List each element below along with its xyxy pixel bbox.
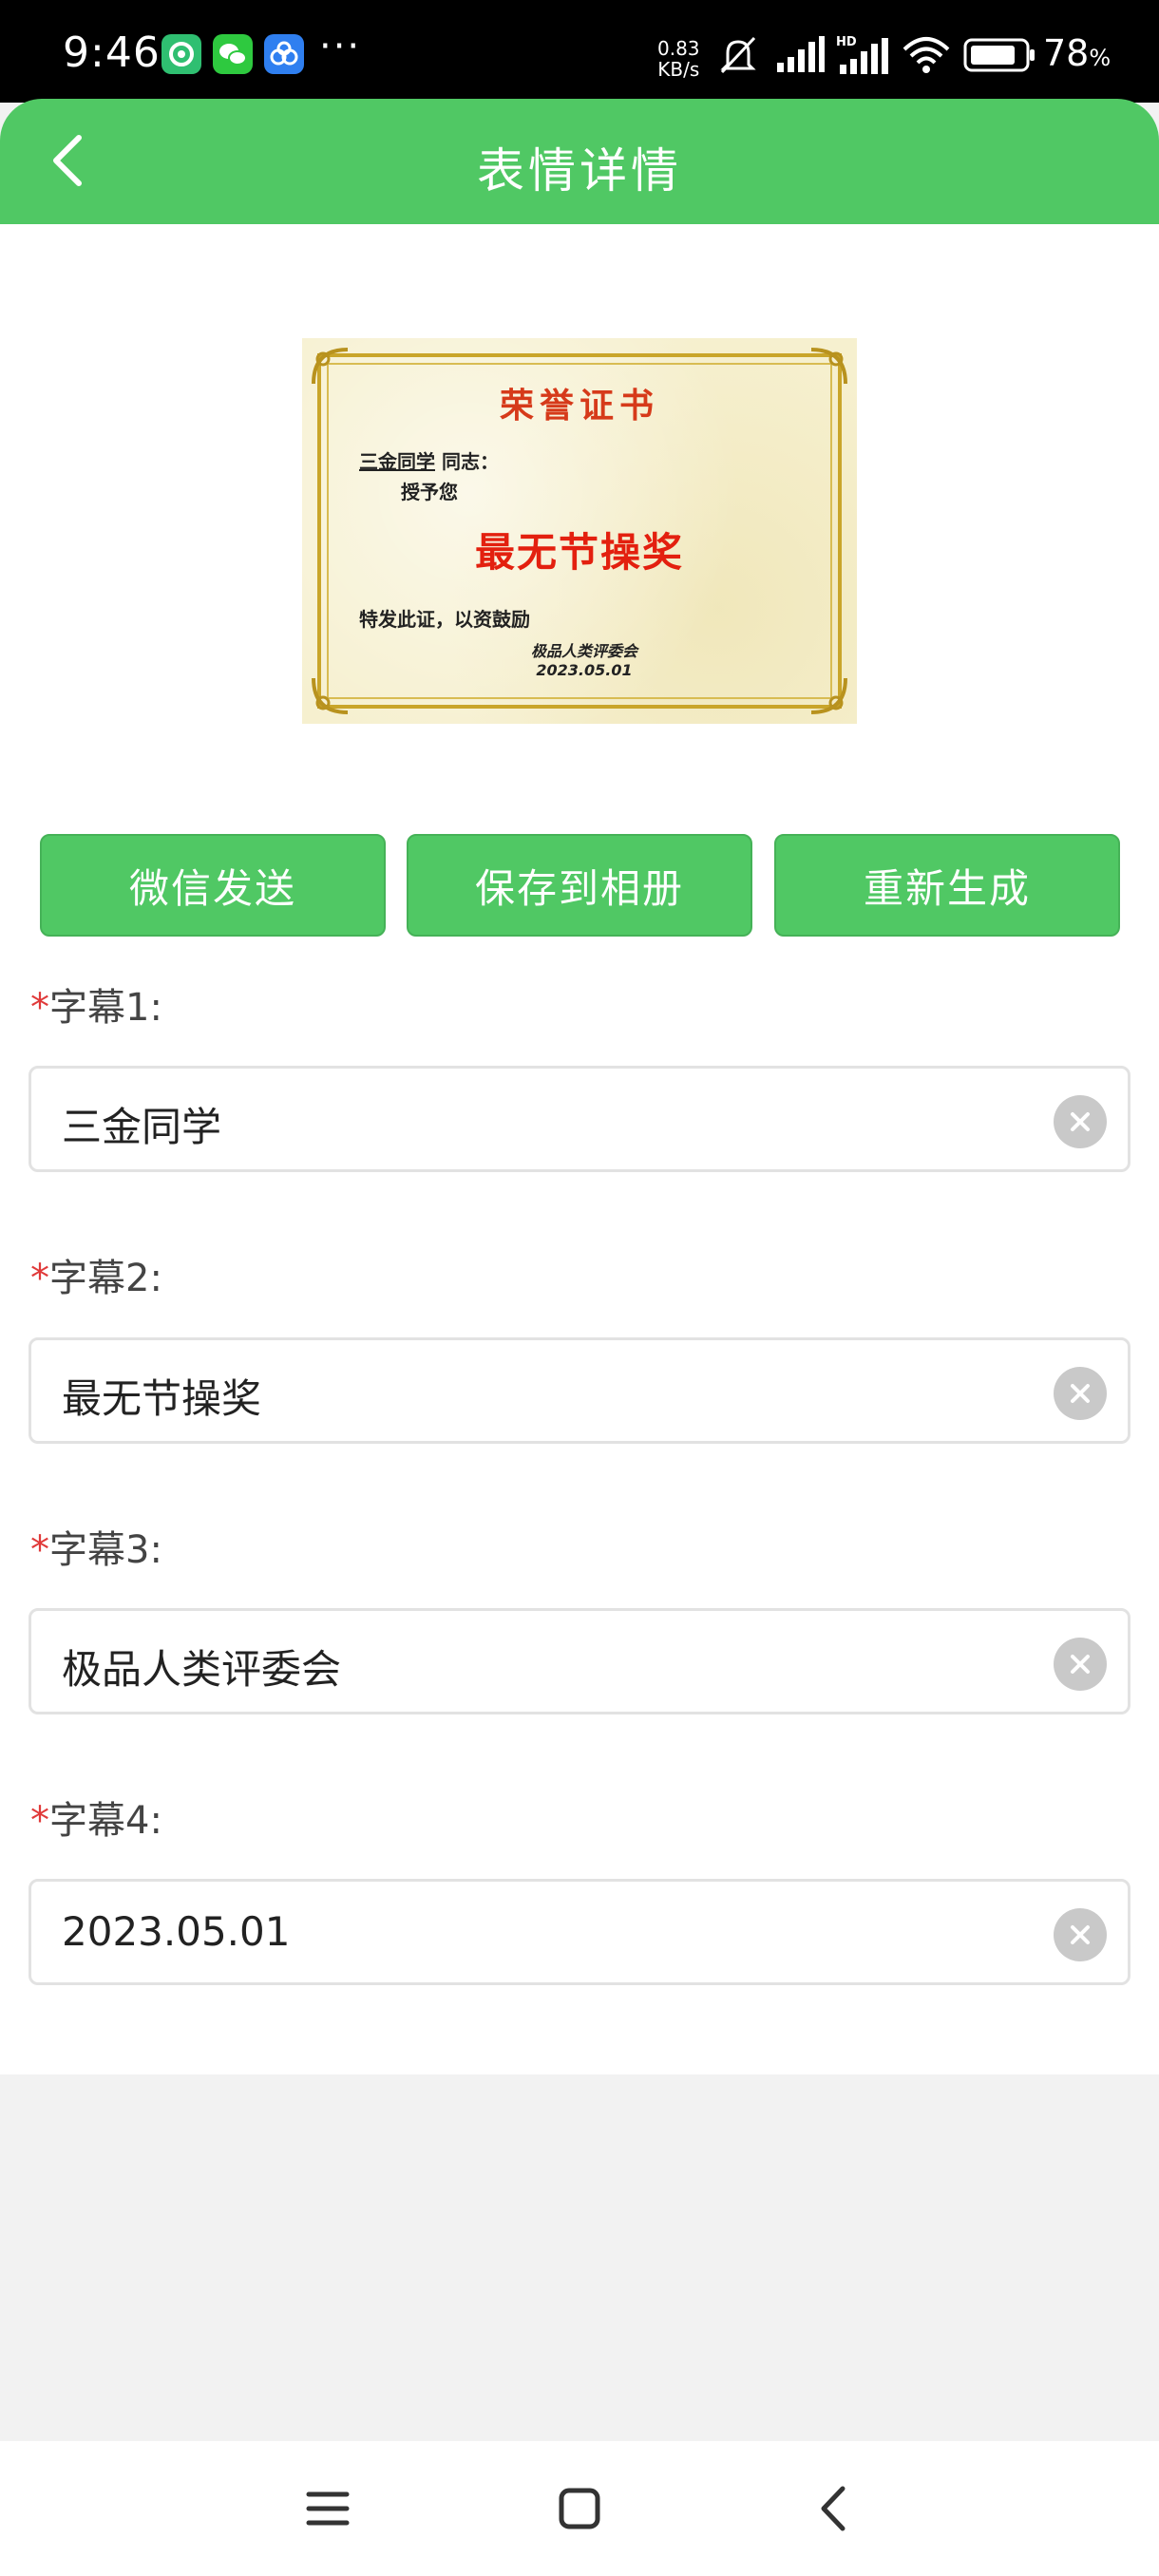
- caption-3-label: *字幕3:: [30, 1528, 162, 1572]
- home-icon[interactable]: [546, 2475, 613, 2542]
- app-notification-icon: [162, 34, 201, 74]
- certificate-award: 最无节操奖: [474, 529, 684, 576]
- caption-1-value: 三金同学: [62, 1104, 222, 1150]
- clear-icon[interactable]: [1054, 1908, 1107, 1961]
- save-to-album-button[interactable]: 保存到相册: [407, 834, 752, 937]
- page-title: 表情详情: [477, 143, 682, 199]
- caption-2-input[interactable]: 最无节操奖: [28, 1337, 1130, 1444]
- caption-1-label: *字幕1:: [30, 986, 162, 1030]
- caption-3-value: 极品人类评委会: [62, 1646, 342, 1693]
- ornament-corner-icon: [312, 677, 349, 714]
- cloud-app-icon: [264, 34, 304, 74]
- caption-4-label: *字幕4:: [30, 1799, 162, 1843]
- certificate-date: 2023.05.01: [536, 661, 633, 679]
- clear-icon[interactable]: [1054, 1367, 1107, 1420]
- certificate-grant-text: 授予您: [401, 481, 458, 503]
- certificate-preview: 荣誉证书 三金同学 同志： 授予您 最无节操奖 特发此证，以资鼓励 极品人类评委…: [302, 338, 857, 724]
- battery-level: 78%: [1043, 32, 1112, 74]
- wifi-icon: [901, 34, 952, 80]
- caption-1-input[interactable]: 三金同学: [28, 1066, 1130, 1172]
- certificate-note: 特发此证，以资鼓励: [359, 608, 530, 631]
- wechat-send-button[interactable]: 微信发送: [40, 834, 386, 937]
- status-time: 9:46: [63, 28, 161, 77]
- status-bar: 9:46 ··· 0.83 KB/s HD 78%: [0, 0, 1159, 103]
- back-icon[interactable]: [800, 2475, 866, 2542]
- app-header: 表情详情: [0, 99, 1159, 224]
- certificate-title: 荣誉证书: [499, 386, 659, 426]
- clear-icon[interactable]: [1054, 1638, 1107, 1691]
- caption-4-input[interactable]: 2023.05.01: [28, 1879, 1130, 1985]
- wechat-icon: [213, 34, 253, 74]
- ornament-corner-icon: [810, 677, 847, 714]
- certificate-recipient: 三金同学 同志：: [359, 450, 499, 473]
- main-content: 荣誉证书 三金同学 同志： 授予您 最无节操奖 特发此证，以资鼓励 极品人类评委…: [0, 224, 1159, 2074]
- regenerate-button[interactable]: 重新生成: [774, 834, 1120, 937]
- signal-hd-icon: HD: [836, 34, 891, 82]
- signal-icon: [775, 34, 826, 80]
- caption-2-value: 最无节操奖: [62, 1375, 262, 1422]
- mute-icon: [714, 34, 762, 80]
- certificate-issuer: 极品人类评委会: [530, 642, 637, 660]
- svg-text:HD: HD: [836, 35, 857, 49]
- caption-3-input[interactable]: 极品人类评委会: [28, 1608, 1130, 1714]
- more-notifications-icon: ···: [319, 25, 362, 68]
- clear-icon[interactable]: [1054, 1095, 1107, 1148]
- system-nav-bar: [0, 2441, 1159, 2576]
- menu-icon[interactable]: [294, 2475, 361, 2542]
- network-speed: 0.83 KB/s: [657, 37, 700, 81]
- caption-4-value: 2023.05.01: [62, 1908, 291, 1955]
- caption-2-label: *字幕2:: [30, 1257, 162, 1300]
- battery-icon: [963, 38, 1037, 76]
